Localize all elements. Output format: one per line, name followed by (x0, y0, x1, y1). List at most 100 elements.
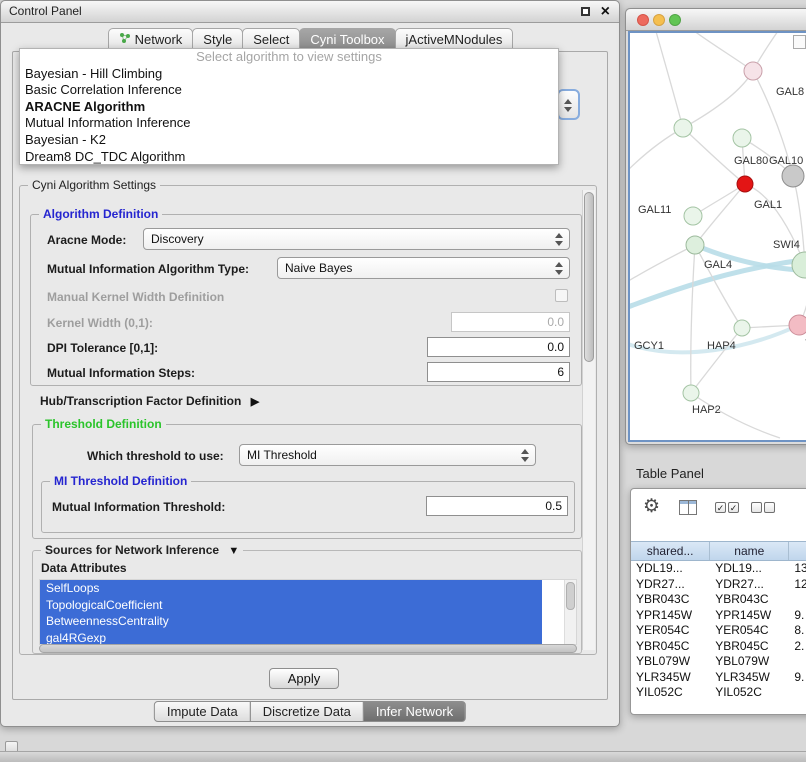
columns-icon[interactable] (679, 500, 697, 515)
node-label: HAP2 (692, 404, 721, 416)
control-panel-window: Control Panel × Network Style Select Cyn… (0, 0, 620, 727)
cell: YBR043C (631, 592, 710, 608)
aracne-mode-combo[interactable]: Discovery (143, 228, 570, 250)
table-row[interactable]: YDR27... YDR27... 12 (631, 577, 806, 593)
kernel-width-input[interactable] (451, 312, 570, 332)
data-attributes-label: Data Attributes (41, 561, 127, 575)
hub-tf-expander[interactable]: Hub/Transcription Factor Definition ▶ (40, 394, 259, 408)
algorithm-combo-stepper[interactable] (557, 89, 580, 120)
tab-infer-network[interactable]: Infer Network (363, 701, 466, 722)
network-node[interactable] (789, 315, 806, 335)
table-row[interactable]: YBR043C YBR043C (631, 592, 806, 608)
cell: 9. (789, 608, 806, 624)
network-node[interactable] (744, 62, 762, 80)
control-panel-titlebar[interactable]: Control Panel × (1, 1, 619, 23)
attribute-item[interactable]: SelfLoops (40, 580, 542, 597)
table-row[interactable]: YDL19... YDL19... 13 (631, 561, 806, 577)
which-threshold-combo[interactable]: MI Threshold (239, 444, 536, 466)
cell (789, 592, 806, 608)
deselect-checkbox-icon[interactable] (751, 502, 762, 513)
network-canvas[interactable]: GAL8 GAL80 GAL10 GAL11 GAL1 SWI4 GAL4 GC… (628, 31, 806, 442)
table-row[interactable]: YIL052C YIL052C (631, 685, 806, 701)
gear-icon[interactable]: ⚙ (643, 495, 660, 518)
network-node[interactable] (733, 129, 751, 147)
cell: YIL052C (631, 685, 710, 701)
aracne-mode-label: Aracne Mode: (47, 233, 126, 247)
dpi-tolerance-label: DPI Tolerance [0,1]: (47, 341, 158, 355)
dropdown-item[interactable]: Bayesian - K2 (20, 132, 558, 149)
group-title: Algorithm Definition (39, 207, 162, 221)
attributes-h-scrollbar[interactable] (39, 644, 577, 653)
sources-group: Sources for Network Inference ▼ Data Att… (32, 550, 582, 654)
table-row[interactable]: YER054C YER054C 8. (631, 623, 806, 639)
network-node-hap2[interactable] (683, 385, 699, 401)
node-label: GAL1 (754, 199, 782, 211)
cell: YPR145W (631, 608, 710, 624)
dropdown-item-selected[interactable]: ARACNE Algorithm (20, 99, 558, 116)
dropdown-item[interactable]: Bayesian - Hill Climbing (20, 66, 558, 83)
cell: 12 (789, 577, 806, 593)
cell: 13 (789, 561, 806, 577)
network-node[interactable] (734, 320, 750, 336)
deselect-checkbox-icon-2[interactable] (764, 502, 775, 513)
network-node-gal4[interactable] (686, 236, 704, 254)
node-label: GAL4 (704, 259, 732, 271)
tab-discretize-data[interactable]: Discretize Data (250, 701, 364, 722)
attribute-item[interactable]: BetweennessCentrality (40, 613, 542, 630)
dropdown-item[interactable]: Dream8 DC_TDC Algorithm (20, 149, 558, 166)
group-title: Threshold Definition (41, 417, 166, 431)
network-window-titlebar[interactable] (626, 9, 806, 31)
dpi-tolerance-input[interactable] (427, 337, 570, 357)
window-title: Control Panel (9, 1, 82, 22)
attributes-scrollbar[interactable] (564, 580, 576, 644)
dropdown-placeholder: Select algorithm to view settings (20, 49, 558, 66)
select-all-checkbox-icon[interactable]: ✓ (715, 502, 726, 513)
table-row[interactable]: YPR145W YPR145W 9. (631, 608, 806, 624)
column-header-shared-name[interactable]: shared... (631, 542, 710, 560)
close-traffic-light[interactable] (637, 14, 649, 26)
apply-button[interactable]: Apply (269, 668, 339, 689)
cell: YBL079W (710, 654, 789, 670)
zoom-traffic-light[interactable] (669, 14, 681, 26)
column-header-clipped[interactable] (789, 542, 806, 560)
tab-impute-data[interactable]: Impute Data (154, 701, 251, 722)
attribute-item[interactable]: TopologicalCoefficient (40, 597, 542, 614)
cell: YDL19... (631, 561, 710, 577)
network-scrollbar-button[interactable] (793, 35, 806, 49)
dropdown-item[interactable]: Basic Correlation Inference (20, 82, 558, 99)
settings-scrollbar-thumb[interactable] (584, 192, 594, 362)
attribute-item[interactable]: gal4RGexp (40, 630, 542, 646)
mi-threshold-input[interactable] (426, 496, 568, 516)
close-icon[interactable]: × (601, 1, 610, 23)
network-node[interactable] (674, 119, 692, 137)
dropdown-item[interactable]: Mutual Information Inference (20, 115, 558, 132)
mi-steps-input[interactable] (427, 362, 570, 382)
minimize-traffic-light[interactable] (653, 14, 665, 26)
cell: 8. (789, 623, 806, 639)
attributes-h-scrollbar-thumb[interactable] (39, 644, 577, 653)
network-node[interactable] (684, 207, 702, 225)
cell: YER054C (631, 623, 710, 639)
manual-kernel-checkbox[interactable] (555, 289, 568, 302)
select-all-checkbox-icon-2[interactable]: ✓ (728, 502, 739, 513)
network-node[interactable] (792, 252, 806, 278)
restore-icon[interactable] (581, 7, 590, 16)
table-row[interactable]: YLR345W YLR345W 9. (631, 670, 806, 686)
column-header-name[interactable]: name (710, 542, 789, 560)
table-row[interactable]: YBL079W YBL079W (631, 654, 806, 670)
attributes-scrollbar-thumb[interactable] (566, 582, 575, 610)
cell: YLR345W (710, 670, 789, 686)
tab-label: Style (203, 32, 232, 47)
settings-scrollbar[interactable] (582, 190, 595, 650)
mi-type-combo[interactable]: Naive Bayes (277, 257, 570, 279)
sources-expander[interactable]: Sources for Network Inference ▼ (41, 543, 243, 557)
cell: YLR345W (631, 670, 710, 686)
cell: YBL079W (631, 654, 710, 670)
cell: YBR045C (631, 639, 710, 655)
network-node-gal10[interactable] (782, 165, 804, 187)
table-row[interactable]: YBR045C YBR045C 2. (631, 639, 806, 655)
group-title: Cyni Algorithm Settings (28, 178, 160, 192)
table-panel-title: Table Panel (636, 466, 704, 481)
network-node-red[interactable] (737, 176, 753, 192)
cell: 2. (789, 639, 806, 655)
